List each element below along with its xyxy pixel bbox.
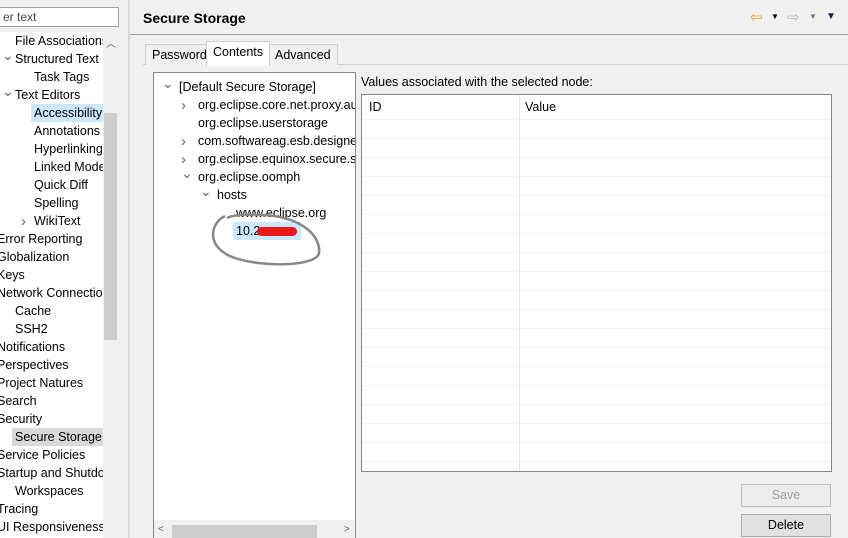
page-title: Secure Storage <box>143 10 246 26</box>
preferences-tree: File Associations ⌄ Structured Text E Task … <box>0 32 118 538</box>
tree-node[interactable]: [Default Secure Storage] <box>179 78 316 96</box>
nav-item[interactable]: Startup and Shutdown <box>0 464 118 482</box>
storage-tree: ⌄ [Default Secure Storage] › org.eclipse.co… <box>153 72 356 538</box>
nav-item[interactable]: Service Policies <box>0 446 85 464</box>
table-row[interactable] <box>362 119 831 120</box>
column-divider[interactable] <box>519 95 520 471</box>
tree-node-label: [Default Secure Storage] <box>179 80 316 94</box>
table-row[interactable] <box>362 214 831 215</box>
table-row[interactable] <box>362 461 831 462</box>
scroll-left-icon[interactable]: < <box>158 524 164 535</box>
nav-item[interactable]: SSH2 <box>15 320 48 338</box>
table-row[interactable] <box>362 328 831 329</box>
tree-node-label: org.eclipse.oomph <box>198 170 301 184</box>
nav-item[interactable]: File Associations <box>15 32 108 50</box>
nav-item[interactable]: Cache <box>15 302 51 320</box>
tree-node[interactable]: org.eclipse.equinox.secure.storage <box>198 150 356 168</box>
tab-advanced[interactable]: Advanced <box>268 44 338 65</box>
chevron-down-icon[interactable]: ⌄ <box>200 183 212 200</box>
scrollbar-thumb[interactable] <box>172 525 317 538</box>
table-row[interactable] <box>362 385 831 386</box>
filter-input[interactable] <box>0 7 119 27</box>
nav-item[interactable]: Globalization <box>0 248 69 266</box>
chevron-right-icon[interactable]: › <box>181 97 186 114</box>
nav-item[interactable]: Hyperlinking <box>34 140 103 158</box>
tree-node[interactable]: hosts <box>217 186 247 204</box>
nav-item[interactable]: WikiText <box>34 212 81 230</box>
table-row[interactable] <box>362 176 831 177</box>
table-row[interactable] <box>362 404 831 405</box>
chevron-down-icon[interactable]: ⌄ <box>181 165 193 182</box>
tree-node-label: hosts <box>217 188 247 202</box>
delete-button[interactable]: Delete <box>741 514 831 537</box>
chevron-down-icon[interactable]: ⌄ <box>2 47 14 64</box>
tab-contents[interactable]: Contents <box>206 41 271 66</box>
table-row[interactable] <box>362 347 831 348</box>
chevron-right-icon[interactable]: › <box>181 133 186 150</box>
nav-item[interactable]: Spelling <box>34 194 78 212</box>
nav-item[interactable]: UI Responsiveness M <box>0 518 118 536</box>
nav-item[interactable]: Security <box>0 410 42 428</box>
back-icon[interactable]: ⇦ <box>750 8 763 26</box>
nav-item[interactable]: Notifications <box>0 338 65 356</box>
nav-item[interactable]: Accessibility <box>31 104 106 122</box>
separator <box>130 34 848 35</box>
nav-item[interactable]: Text Editors <box>15 86 80 104</box>
save-button[interactable]: Save <box>741 484 831 507</box>
scroll-right-icon[interactable]: > <box>344 524 350 535</box>
scroll-up-icon[interactable]: ︿ <box>106 35 116 50</box>
column-header-value[interactable]: Value <box>525 100 556 114</box>
nav-item[interactable]: Project Natures <box>0 374 83 392</box>
nav-item[interactable]: Structured Text E <box>15 50 111 68</box>
tree-node-label: org.eclipse.userstorage <box>198 116 328 130</box>
nav-item[interactable]: Network Connection <box>0 284 110 302</box>
table-row[interactable] <box>362 195 831 196</box>
scrollbar-thumb[interactable] <box>104 113 117 340</box>
tab-password[interactable]: Password <box>145 44 214 65</box>
tree-node[interactable]: org.eclipse.userstorage <box>198 114 328 132</box>
chevron-right-icon[interactable]: › <box>21 213 26 230</box>
pane-divider[interactable] <box>128 0 130 538</box>
chevron-down-icon[interactable]: ⌄ <box>162 75 174 92</box>
table-row[interactable] <box>362 138 831 139</box>
tree-node[interactable]: com.softwareag.esb.designer_ <box>198 132 356 150</box>
nav-item[interactable]: Perspectives <box>0 356 69 374</box>
table-row[interactable] <box>362 442 831 443</box>
table-row[interactable] <box>362 233 831 234</box>
nav-item[interactable]: Linked Mode <box>34 158 106 176</box>
forward-icon[interactable]: ⇨ <box>787 8 800 26</box>
nav-item[interactable]: Search <box>0 392 37 410</box>
table-row[interactable] <box>362 309 831 310</box>
chevron-down-icon[interactable]: ⌄ <box>2 83 14 100</box>
nav-item[interactable]: Task Tags <box>34 68 89 86</box>
nav-item[interactable]: Tracing <box>0 500 38 518</box>
table-row[interactable] <box>362 252 831 253</box>
annotation-circle <box>211 213 321 266</box>
back-dropdown-icon[interactable]: ▼ <box>771 12 779 21</box>
table-row[interactable] <box>362 423 831 424</box>
tree-node[interactable]: org.eclipse.oomph <box>198 168 300 186</box>
view-menu-icon[interactable]: ▼ <box>826 11 836 22</box>
nav-item[interactable]: Keys <box>0 266 25 284</box>
forward-dropdown-icon[interactable]: ▼ <box>809 12 817 21</box>
nav-item[interactable]: Quick Diff <box>34 176 88 194</box>
values-table: ID Value <box>361 94 832 472</box>
table-row[interactable] <box>362 366 831 367</box>
table-row[interactable] <box>362 290 831 291</box>
tree-node-label: com.softwareag.esb.designer_ <box>198 134 356 148</box>
nav-item[interactable]: Error Reporting <box>0 230 82 248</box>
nav-item[interactable]: Secure Storage <box>12 428 105 446</box>
nav-item[interactable]: Annotations <box>34 122 100 140</box>
column-header-id[interactable]: ID <box>369 100 382 114</box>
tree-node-label: org.eclipse.equinox.secure.storage <box>198 152 356 166</box>
table-row[interactable] <box>362 271 831 272</box>
nav-item[interactable]: Workspaces <box>15 482 84 500</box>
tree-node[interactable]: org.eclipse.core.net.proxy.auth <box>198 96 356 114</box>
values-label: Values associated with the selected node… <box>361 75 593 89</box>
table-row[interactable] <box>362 157 831 158</box>
tree-node-label: org.eclipse.core.net.proxy.auth <box>198 98 356 112</box>
